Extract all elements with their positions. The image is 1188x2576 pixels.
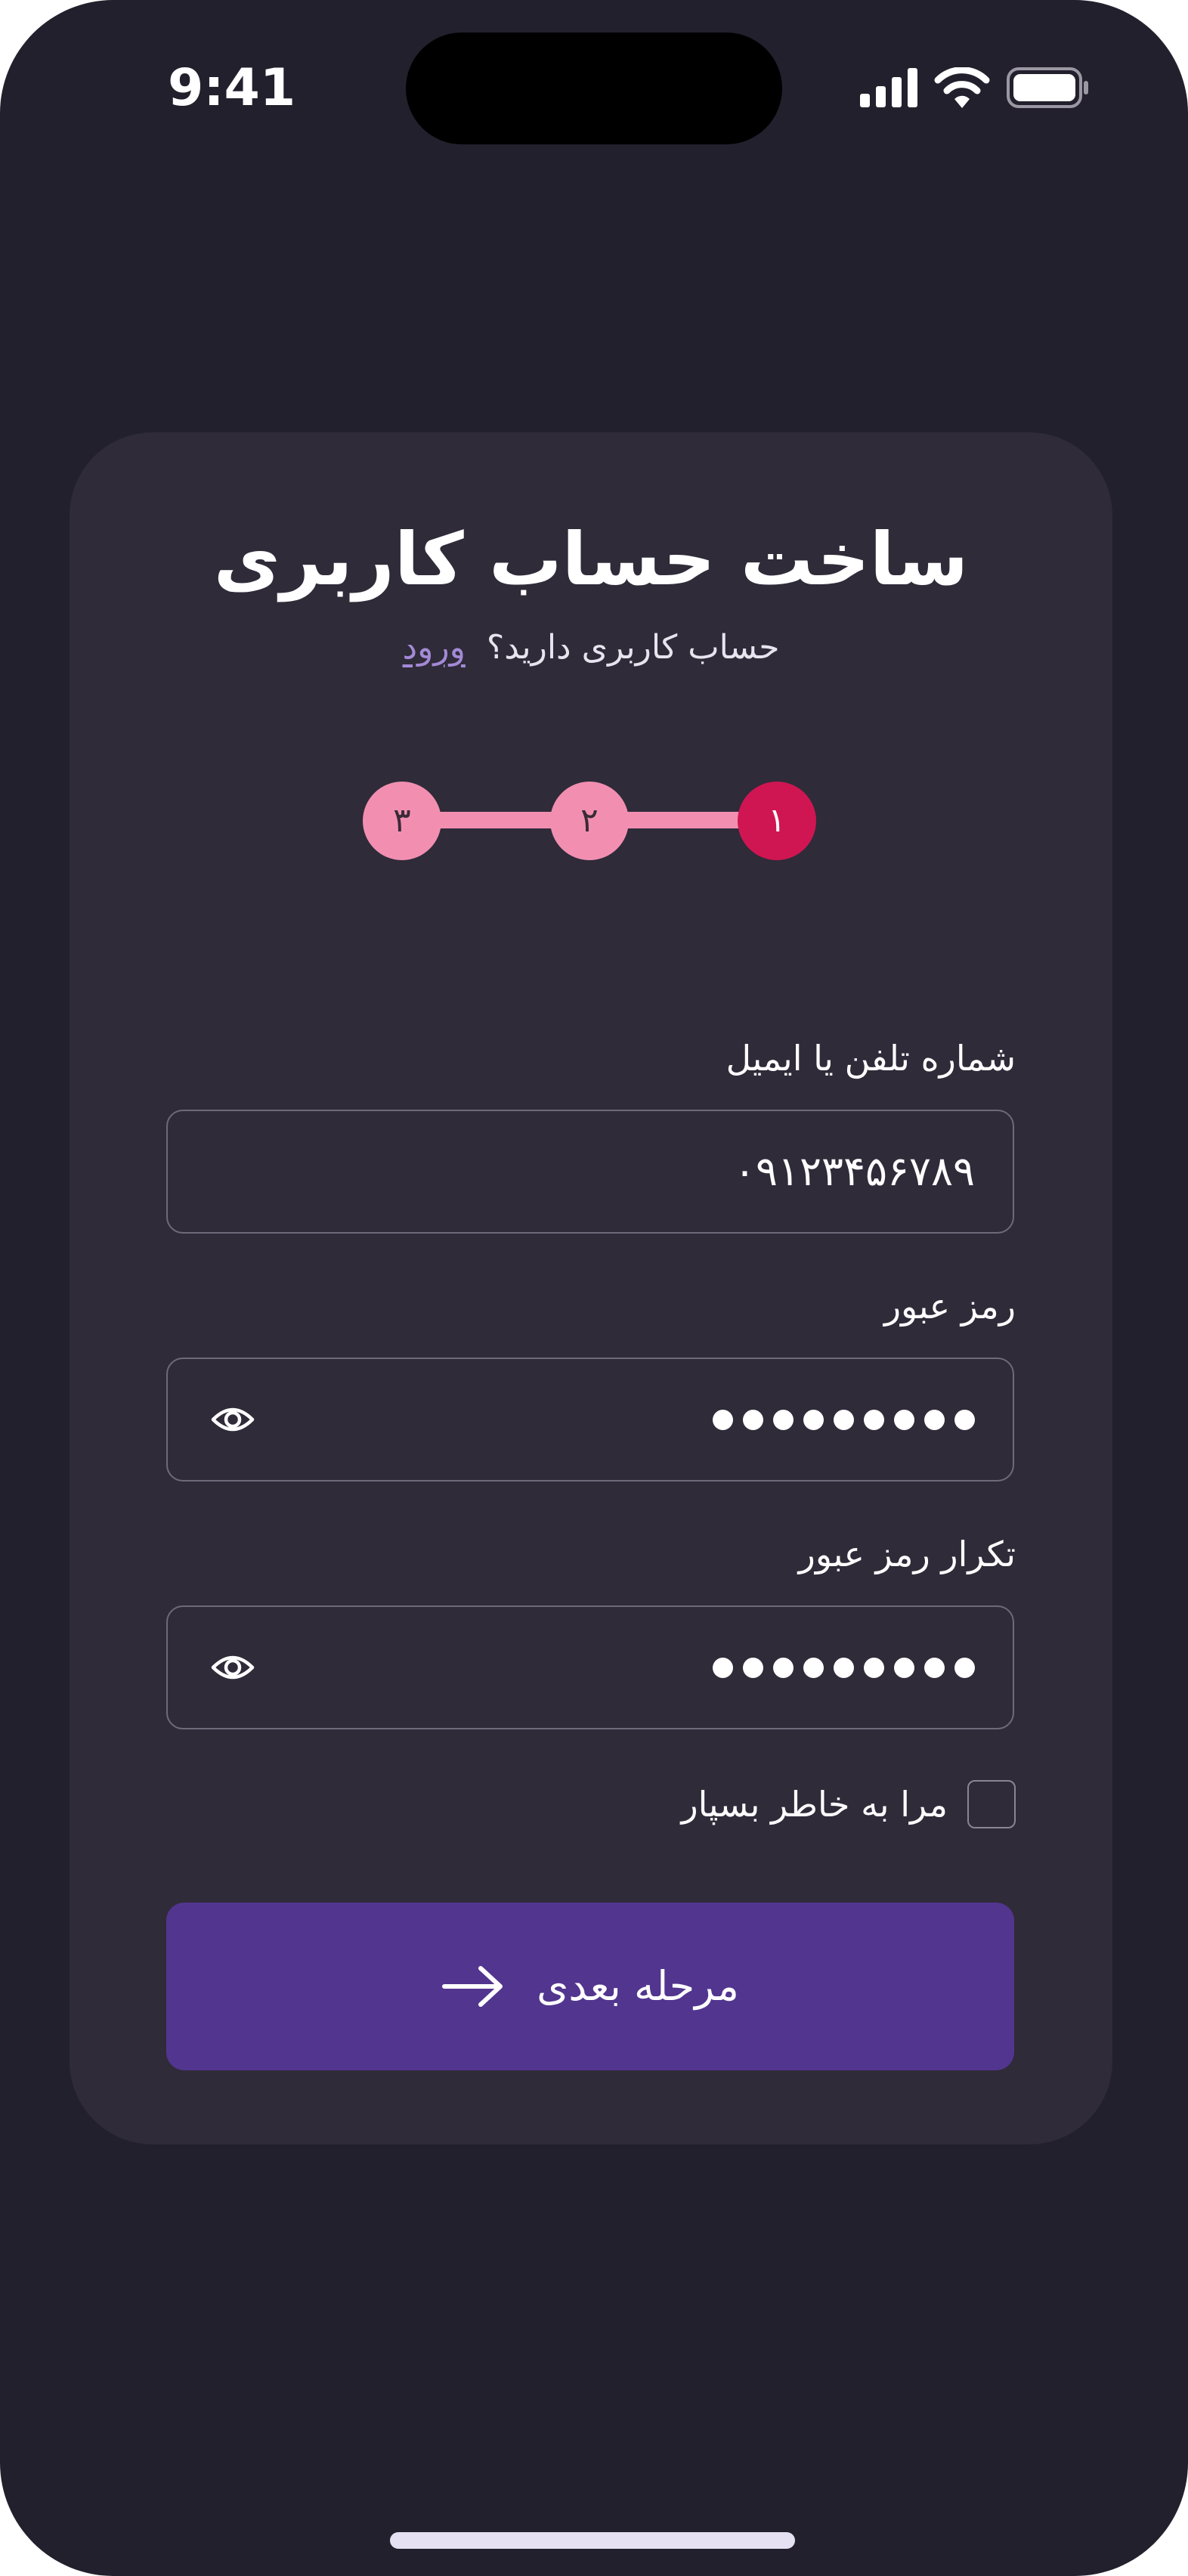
mask-dot [834,1409,854,1430]
mask-dot [743,1657,763,1678]
battery-icon [1007,67,1088,108]
page-title: ساخت حساب کاربری [213,517,969,602]
signup-card: ساخت حساب کاربری حساب کاربری دارید؟ ورود… [70,432,1112,2144]
mask-dot [773,1409,794,1430]
wifi-icon [934,67,990,108]
confirm-password-label: تکرار رمز عبور [798,1534,1016,1574]
remember-me-row: مرا به خاطر بسپار [681,1778,1016,1831]
mask-dot [713,1409,733,1430]
home-indicator[interactable] [390,2532,795,2549]
mask-dot [803,1657,824,1678]
confirm-password-field[interactable] [166,1605,1014,1729]
remember-me-label: مرا به خاطر بسپار [681,1784,948,1825]
password-mask [713,1359,975,1480]
mask-dot [713,1657,733,1678]
mask-dot [834,1657,854,1678]
phone-email-label: شماره تلفن یا ایمیل [725,1038,1016,1079]
mask-dot [894,1409,914,1430]
mask-dot [743,1409,763,1430]
login-prompt-text: حساب کاربری دارید؟ [486,628,780,667]
arrow-right-icon [442,1966,503,2007]
eye-icon[interactable] [210,1645,255,1690]
status-icons [860,65,1090,110]
step-3-indicator: ۳ [363,782,441,860]
phone-email-field[interactable]: ۰۹۱۲۳۴۵۶۷۸۹ [166,1110,1014,1234]
login-prompt: حساب کاربری دارید؟ ورود [70,621,1112,674]
mask-dot [773,1657,794,1678]
mask-dot [864,1657,884,1678]
eye-icon[interactable] [210,1397,255,1442]
login-link[interactable]: ورود [403,621,466,674]
step-2-indicator: ۲ [550,782,629,860]
mask-dot [954,1409,975,1430]
mask-dot [924,1657,945,1678]
remember-me-checkbox[interactable] [967,1780,1016,1828]
dynamic-island [406,33,782,144]
progress-stepper: ۱ ۲ ۳ [363,782,816,860]
mask-dot [864,1409,884,1430]
next-step-label: مرحله بعدی [537,1962,739,2010]
password-field[interactable] [166,1358,1014,1482]
phone-email-value: ۰۹۱۲۳۴۵۶۷۸۹ [733,1147,975,1195]
confirm-password-mask [713,1607,975,1728]
cellular-signal-icon [860,68,917,107]
mask-dot [803,1409,824,1430]
next-step-button[interactable]: مرحله بعدی [166,1903,1014,2070]
status-time: 9:41 [168,58,296,118]
mask-dot [924,1409,945,1430]
phone-screen: 9:41 ساخت حساب کاربری حساب کاربری دارید؟… [0,0,1188,2576]
mask-dot [894,1657,914,1678]
step-1-indicator: ۱ [738,782,816,860]
password-label: رمز عبور [883,1286,1016,1327]
mask-dot [954,1657,975,1678]
